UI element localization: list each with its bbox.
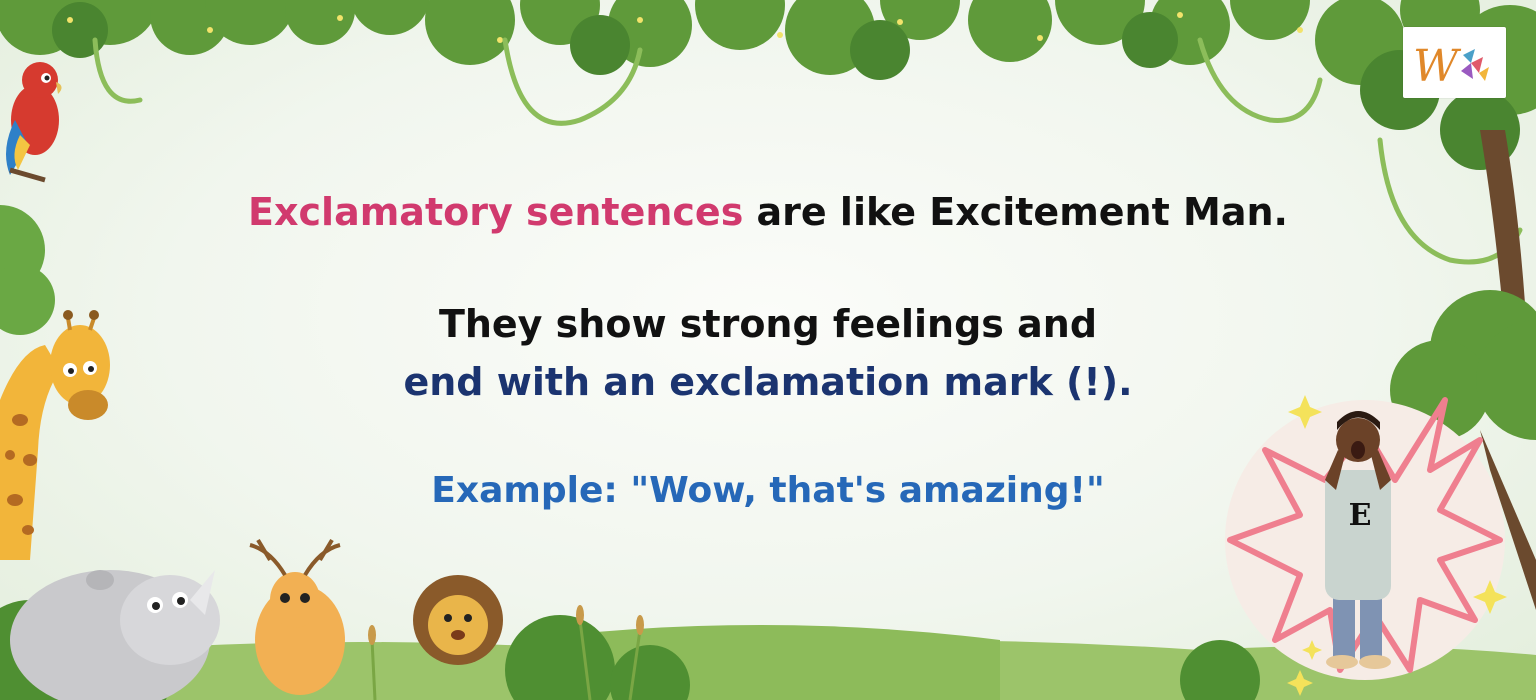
shirt-letter: E [1348,498,1372,533]
excitement-man-illustration [1225,395,1507,696]
